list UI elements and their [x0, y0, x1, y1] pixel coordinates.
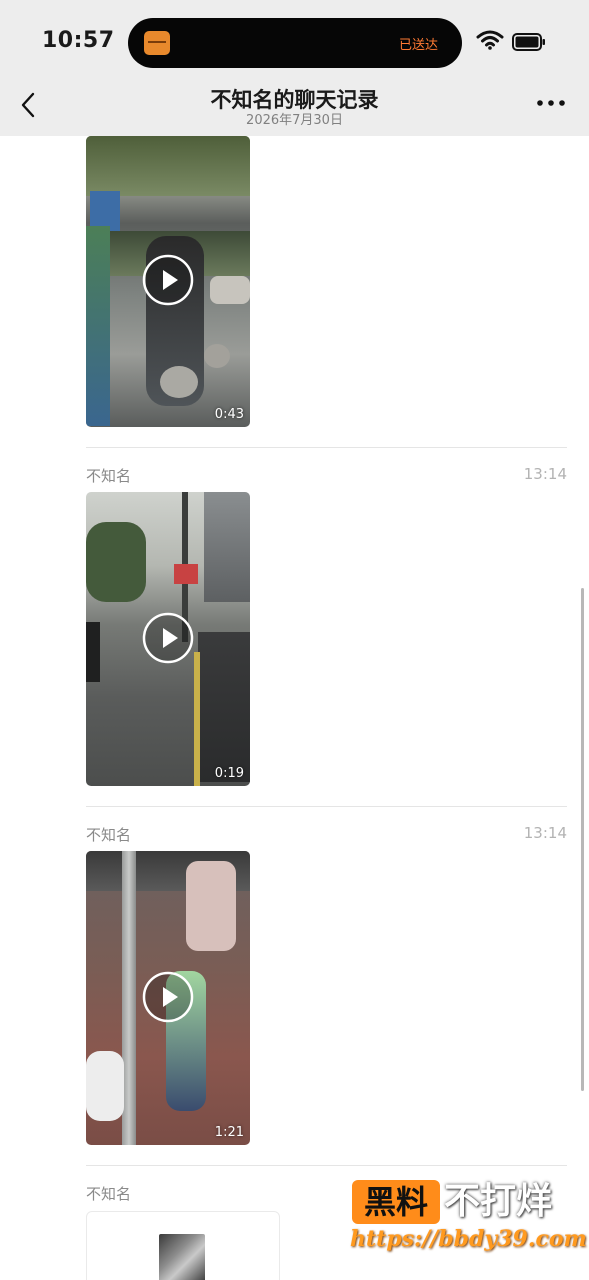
watermark-badge: 黑料: [352, 1180, 440, 1224]
message-time: 13:14: [523, 824, 567, 842]
sender-name: 不知名: [86, 1185, 132, 1203]
video-duration: 0:43: [214, 407, 244, 422]
video-duration: 0:19: [214, 766, 244, 781]
video-duration: 1:21: [214, 1125, 244, 1140]
page-subtitle: 2026年7月30日: [246, 113, 343, 128]
video-message[interactable]: 0:43: [86, 136, 250, 427]
chat-record-card[interactable]: [86, 1211, 280, 1280]
message-time: 13:14: [523, 465, 567, 483]
app-icon: [144, 31, 170, 55]
watermark-text: 不打烊: [444, 1181, 553, 1222]
message-list[interactable]: 0:43 不知名 13:14 0:19 不知名 13:14 1:21 不知名: [0, 136, 589, 1280]
watermark: 黑料 不打烊 https://bbdy39.com: [350, 1178, 587, 1262]
scrollbar[interactable]: [581, 588, 584, 1091]
divider: [86, 447, 567, 448]
more-icon[interactable]: [536, 98, 566, 108]
play-icon[interactable]: [142, 971, 194, 1023]
divider: [86, 1165, 567, 1166]
divider: [86, 806, 567, 807]
wifi-icon: [476, 30, 504, 50]
video-message[interactable]: 1:21: [86, 851, 250, 1145]
nav-bar: 不知名的聊天记录 2026年7月30日: [0, 80, 589, 136]
status-time: 10:57: [42, 28, 115, 53]
play-icon[interactable]: [142, 254, 194, 306]
play-icon[interactable]: [142, 612, 194, 664]
sender-name: 不知名: [86, 467, 132, 485]
battery-icon: [512, 33, 545, 51]
delivery-status: 已送达: [398, 38, 438, 53]
dynamic-island[interactable]: 已送达: [128, 18, 462, 68]
watermark-url: https://bbdy39.com: [350, 1226, 587, 1252]
record-thumbnail: [159, 1234, 205, 1280]
sender-name: 不知名: [86, 826, 132, 844]
video-message[interactable]: 0:19: [86, 492, 250, 786]
status-bar: 10:57 已送达: [0, 0, 589, 80]
